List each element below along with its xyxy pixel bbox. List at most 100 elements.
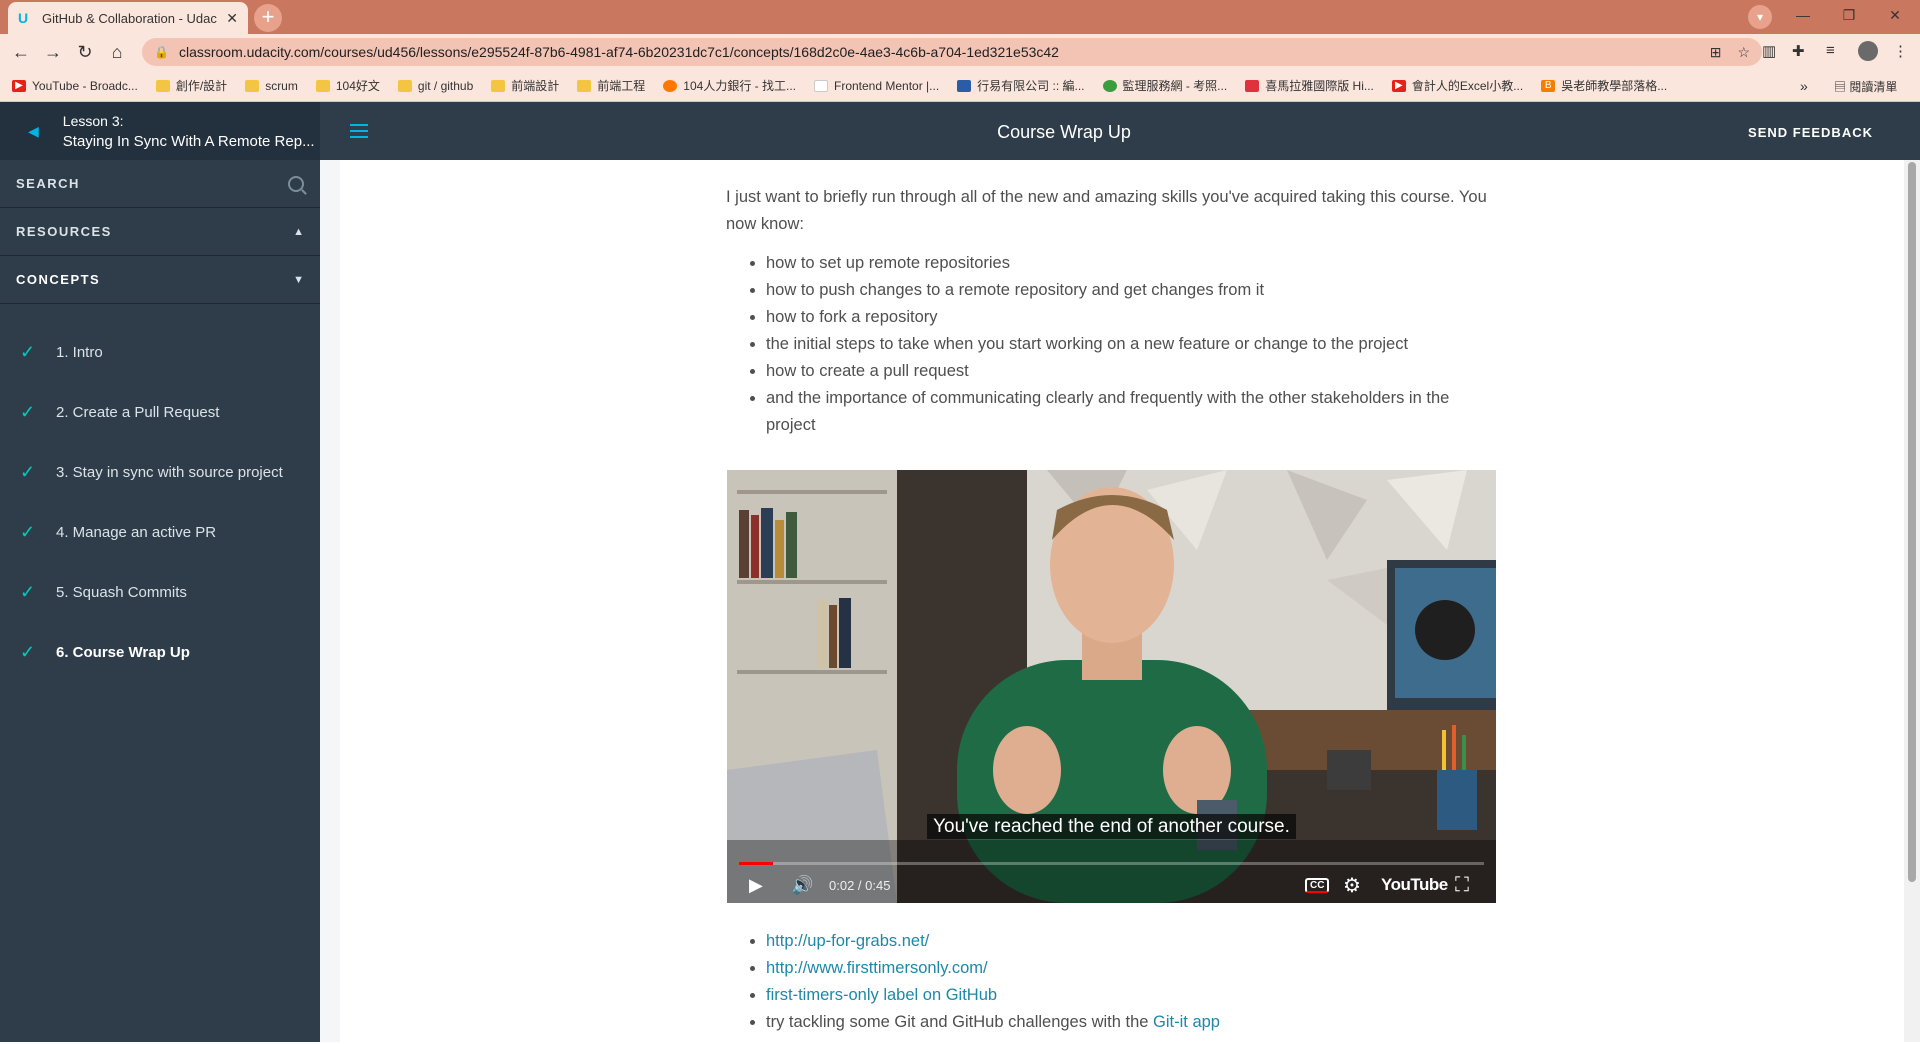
bookmark-item[interactable]: 前端工程 (577, 77, 645, 94)
lock-icon[interactable]: 🔒 (154, 45, 169, 59)
check-icon: ✓ (20, 641, 36, 662)
concept-item-active[interactable]: ✓ 6. Course Wrap Up (0, 622, 320, 682)
concept-item[interactable]: ✓ 1. Intro (0, 322, 320, 382)
concept-item[interactable]: ✓ 5. Squash Commits (0, 562, 320, 622)
new-tab-button[interactable]: + (254, 4, 282, 32)
bookmark-item[interactable]: 104好文 (315, 77, 380, 94)
bookmark-item[interactable]: 前端設計 (491, 77, 559, 94)
forward-icon[interactable]: → (40, 39, 66, 65)
check-icon: ✓ (20, 461, 36, 482)
folder-icon (397, 79, 412, 92)
bookmark-item[interactable]: B 吳老師教學部落格... (1541, 77, 1667, 94)
url-text[interactable]: classroom.udacity.com/courses/ud456/less… (179, 44, 1694, 60)
restore-icon[interactable]: ❐ (1826, 0, 1872, 34)
concept-item[interactable]: ✓ 4. Manage an active PR (0, 502, 320, 562)
tab-title: GitHub & Collaboration - Udac (42, 10, 217, 26)
bookmark-star-icon[interactable]: ☆ (1737, 44, 1750, 61)
caret-up-icon: ▲ (293, 225, 304, 238)
captions-icon[interactable]: CC (1305, 870, 1330, 900)
menu-kebab-icon[interactable]: ⋮ (1893, 42, 1908, 60)
browser-toolbar: ← → ↻ ⌂ 🔒 classroom.udacity.com/courses/… (0, 34, 1920, 70)
close-tab-icon[interactable]: ✕ (226, 10, 238, 27)
concept-item[interactable]: ✓ 2. Create a Pull Request (0, 382, 320, 442)
bookmark-item[interactable]: 喜馬拉雅國際版 Hi... (1245, 77, 1374, 94)
video-progress-fill (739, 862, 773, 865)
list-item: try tackling some Git and GitHub challen… (766, 1009, 1496, 1036)
video-time: 0:02 / 0:45 (829, 877, 891, 893)
side-panel-icon[interactable]: ▥ (1762, 42, 1776, 60)
link-up-for-grabs[interactable]: http://up-for-grabs.net/ (766, 932, 929, 950)
address-bar[interactable]: 🔒 classroom.udacity.com/courses/ud456/le… (142, 38, 1762, 66)
scrollbar-thumb[interactable] (1908, 162, 1916, 882)
udacity-favicon-icon: U (18, 10, 29, 26)
lesson-number: Lesson 3: (62, 112, 124, 129)
content-gutter (320, 160, 340, 1042)
concept-item[interactable]: ✓ 3. Stay in sync with source project (0, 442, 320, 502)
list-item: the initial steps to take when you start… (766, 331, 1496, 358)
check-icon: ✓ (20, 401, 36, 422)
list-item: http://up-for-grabs.net/ (766, 928, 1496, 955)
video-progress-bar[interactable] (739, 862, 1484, 865)
browser-tabstrip: U GitHub & Collaboration - Udac ✕ + ▾ — … (0, 0, 1920, 34)
page-scrollbar[interactable] (1904, 160, 1920, 1042)
lesson-header[interactable]: ◀ Lesson 3: Staying In Sync With A Remot… (0, 102, 320, 160)
sidebar-resources[interactable]: RESOURCES ▲ (0, 208, 320, 256)
link-firsttimersonly[interactable]: http://www.firsttimersonly.com/ (766, 959, 988, 977)
bookmark-item[interactable]: 104人力銀行 - 找工... (663, 77, 796, 94)
tab-search-icon[interactable]: ▾ (1748, 5, 1772, 29)
list-item: how to fork a repository (766, 304, 1496, 331)
search-label: SEARCH (16, 176, 80, 191)
resources-label: RESOURCES (16, 224, 112, 239)
skills-list: how to set up remote repositories how to… (766, 250, 1496, 439)
check-icon: ✓ (20, 521, 36, 542)
sidebar-concepts[interactable]: CONCEPTS ▼ (0, 256, 320, 304)
reading-list-button[interactable]: ▤ 閱讀清單 (1834, 78, 1897, 95)
search-icon[interactable] (288, 175, 304, 192)
play-icon[interactable]: ▶ (749, 870, 763, 900)
youtube-logo[interactable]: YouTube (1381, 870, 1448, 900)
settings-gear-icon[interactable]: ⚙ (1343, 870, 1361, 900)
translate-icon[interactable]: ⊞ (1710, 44, 1722, 61)
site-icon (957, 79, 972, 92)
check-icon: ✓ (20, 341, 36, 362)
reload-icon[interactable]: ↻ (72, 39, 98, 65)
bookmark-item[interactable]: git / github (397, 79, 473, 93)
concepts-label: CONCEPTS (16, 272, 101, 287)
check-icon: ✓ (20, 581, 36, 602)
link-first-timers-label[interactable]: first-timers-only label on GitHub (766, 986, 997, 1004)
youtube-icon: ▶ (12, 79, 26, 92)
volume-icon[interactable]: 🔊 (791, 870, 813, 900)
bookmark-item[interactable]: ▶ 會計人的Excel小教... (1391, 77, 1523, 94)
list-item: how to create a pull request (766, 358, 1496, 385)
home-icon[interactable]: ⌂ (104, 39, 130, 65)
bookmark-item[interactable]: 行易有限公司 :: 編... (957, 77, 1085, 94)
bookmark-item[interactable]: 監理服務網 - 考照... (1102, 77, 1227, 94)
bookmark-item[interactable]: scrum (245, 79, 298, 93)
git-it-text: try tackling some Git and GitHub challen… (766, 1013, 1154, 1031)
concept-list: ✓ 1. Intro ✓ 2. Create a Pull Request ✓ 3. … (0, 304, 320, 682)
back-icon[interactable]: ← (8, 39, 34, 65)
list-item: first-timers-only label on GitHub (766, 982, 1496, 1009)
browser-tab[interactable]: U GitHub & Collaboration - Udac ✕ (8, 2, 248, 34)
window-close-icon[interactable]: ✕ (1872, 0, 1918, 34)
page-title: Course Wrap Up (997, 122, 1131, 142)
bookmark-item[interactable]: Frontend Mentor |... (814, 79, 939, 93)
youtube-video-player[interactable]: You've reached the end of another course… (727, 470, 1496, 903)
bookmarks-overflow-icon[interactable]: » (1800, 78, 1808, 94)
media-icon[interactable]: ≡ (1826, 42, 1835, 59)
folder-icon (491, 79, 506, 92)
send-feedback-button[interactable]: SEND FEEDBACK (1748, 125, 1873, 140)
bookmark-item[interactable]: ▶ YouTube - Broadc... (12, 79, 138, 93)
link-git-it-app[interactable]: Git-it app (1153, 1013, 1220, 1031)
extensions-icon[interactable]: ✚ (1792, 42, 1805, 60)
video-caption: You've reached the end of another course… (727, 814, 1496, 839)
resource-links: http://up-for-grabs.net/ http://www.firs… (726, 928, 1496, 1036)
fullscreen-icon[interactable]: ⛶ (1455, 870, 1469, 900)
bookmark-item[interactable]: 創作/設計 (155, 77, 227, 94)
lesson-name: Staying In Sync With A Remote Rep... (62, 132, 315, 150)
sidebar-search[interactable]: SEARCH (0, 160, 320, 208)
back-arrow-icon[interactable]: ◀ (28, 123, 39, 140)
minimize-icon[interactable]: — (1780, 0, 1826, 34)
article-body: I just want to briefly run through all o… (726, 184, 1496, 439)
avatar[interactable] (1858, 41, 1878, 61)
